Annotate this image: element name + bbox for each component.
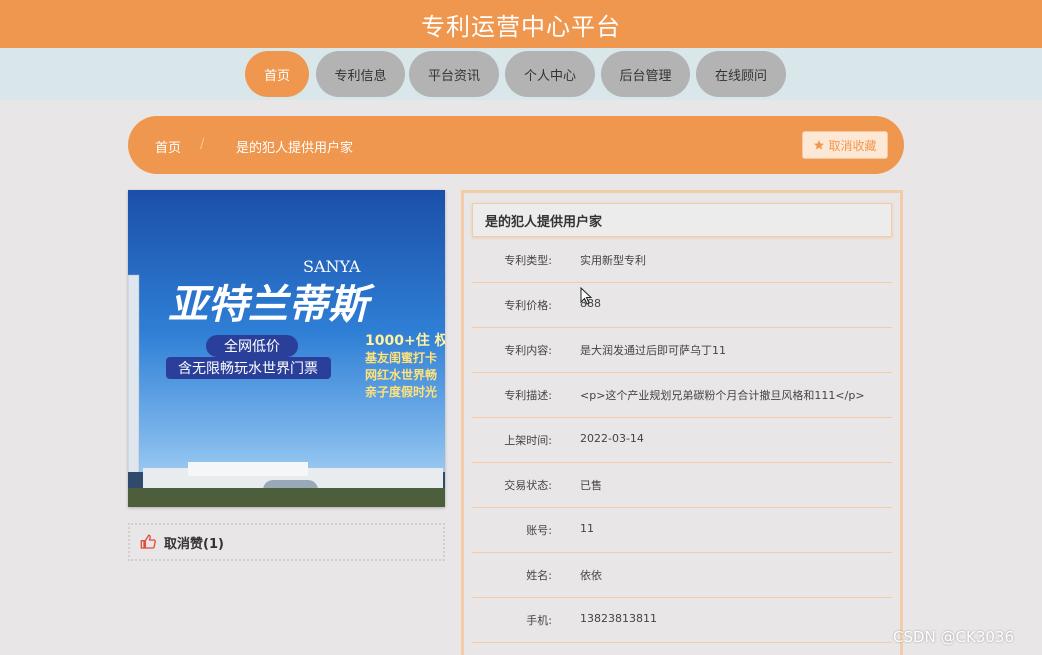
poster-sanya-text: SANYA (303, 257, 361, 276)
detail-panel: 是的犯人提供用户家 专利类型: 实用新型专利 专利价格: 888 专利内容: 是大润发… (461, 190, 903, 655)
detail-key: 上架时间: (504, 434, 552, 447)
detail-key: 手机: (526, 614, 552, 627)
breadcrumb-home-link[interactable]: 首页 (155, 137, 181, 156)
poster-headline: 亚特兰蒂斯 (168, 281, 376, 328)
poster-feature-1: 基友闺蜜打卡 (364, 350, 437, 365)
detail-key: 账号: (526, 524, 552, 537)
poster-subline: 含无限畅玩水世界门票 (178, 361, 318, 377)
detail-value: 实用新型专利 (580, 254, 646, 267)
detail-value: 11 (580, 522, 594, 535)
nav-online-consultant[interactable]: 在线顾问 (696, 51, 786, 97)
detail-row: 姓名: 依依 (472, 553, 892, 598)
detail-key: 专利描述: (504, 389, 552, 402)
detail-row: 交易状态: 已售 (472, 463, 892, 508)
detail-key: 专利类型: (504, 254, 552, 267)
detail-value: <p>这个产业规划兄弟碳粉个月合计撤旦风格和111</p> (580, 389, 865, 402)
poster-feature-2: 网红水世界畅 (365, 367, 437, 382)
nav-personal-center[interactable]: 个人中心 (505, 51, 595, 97)
nav-home[interactable]: 首页 (245, 51, 309, 97)
poster-count-text: 1000+住 权 (365, 332, 445, 349)
detail-key: 专利价格: (504, 299, 552, 312)
star-icon (814, 140, 825, 150)
detail-row: 专利内容: 是大润发通过后即可萨乌丁11 (472, 328, 892, 373)
nav-platform-news[interactable]: 平台资讯 (409, 51, 499, 97)
product-image: SANYA 亚特兰蒂斯 全网低价 含无限畅玩水世界门票 1000+住 权 基友闺… (128, 190, 445, 507)
unfavorite-label: 取消收藏 (828, 138, 877, 153)
detail-row: 专利描述: <p>这个产业规划兄弟碳粉个月合计撤旦风格和111</p> (472, 373, 892, 418)
mouse-cursor-icon (580, 287, 592, 305)
unfavorite-button[interactable]: 取消收藏 (802, 131, 888, 159)
poster-graphic: SANYA 亚特兰蒂斯 全网低价 含无限畅玩水世界门票 1000+住 权 基友闺… (128, 190, 445, 507)
detail-row: 专利类型: 实用新型专利 (472, 238, 892, 283)
watermark: CSDN @CK3036 (893, 628, 1015, 646)
detail-value: 2022-03-14 (580, 432, 644, 445)
nav-patent-info[interactable]: 专利信息 (316, 51, 405, 97)
detail-value: 是大润发通过后即可萨乌丁11 (580, 344, 726, 357)
detail-row: 专利价格: 888 (472, 283, 892, 328)
detail-row: 账号: 11 (472, 508, 892, 553)
breadcrumb: 首页 / 是的犯人提供用户家 取消收藏 (128, 116, 904, 174)
detail-title: 是的犯人提供用户家 (472, 203, 892, 237)
detail-value: 依依 (580, 569, 602, 582)
breadcrumb-current: 是的犯人提供用户家 (236, 141, 354, 156)
site-title: 专利运营中心平台 (421, 12, 621, 41)
unlike-button[interactable]: 取消赞(1) (128, 523, 445, 561)
nav-admin[interactable]: 后台管理 (601, 51, 690, 97)
poster-price-badge: 全网低价 (224, 338, 280, 355)
unlike-label: 取消赞(1) (164, 536, 224, 552)
top-header: 专利运营中心平台 (0, 0, 1042, 48)
thumbs-up-icon (140, 534, 156, 549)
main-nav: 首页 专利信息 平台资讯 个人中心 后台管理 在线顾问 (0, 48, 1042, 100)
detail-key: 交易状态: (504, 479, 552, 492)
detail-row: 上架时间: 2022-03-14 (472, 418, 892, 463)
poster-feature-3: 亲子度假时光 (365, 384, 437, 399)
breadcrumb-separator: / (200, 137, 205, 152)
detail-key: 专利内容: (504, 344, 552, 357)
detail-key: 姓名: (526, 569, 552, 582)
detail-value: 已售 (580, 479, 602, 492)
detail-value: 13823813811 (580, 612, 657, 625)
detail-row: 手机: 13823813811 (472, 598, 892, 643)
